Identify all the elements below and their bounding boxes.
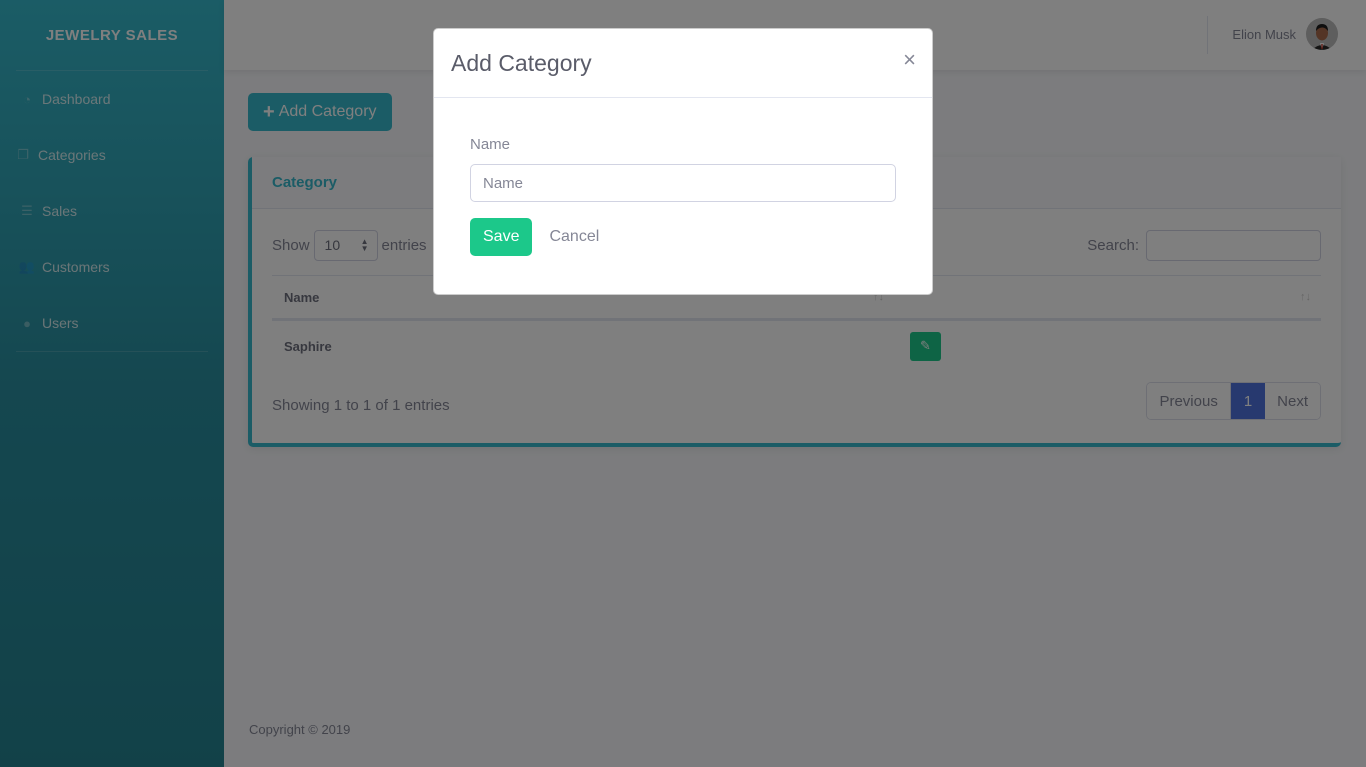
cancel-button[interactable]: Cancel (549, 228, 599, 246)
modal-actions: Save Cancel (470, 218, 896, 256)
modal-header: Add Category × (434, 29, 932, 98)
name-input[interactable] (470, 164, 896, 202)
add-category-modal: Add Category × Name Save Cancel (433, 28, 933, 295)
modal-body: Name Save Cancel (434, 98, 932, 256)
close-icon[interactable]: × (903, 47, 916, 73)
name-label: Name (470, 136, 511, 153)
save-button[interactable]: Save (470, 218, 533, 256)
modal-title: Add Category (451, 49, 592, 76)
